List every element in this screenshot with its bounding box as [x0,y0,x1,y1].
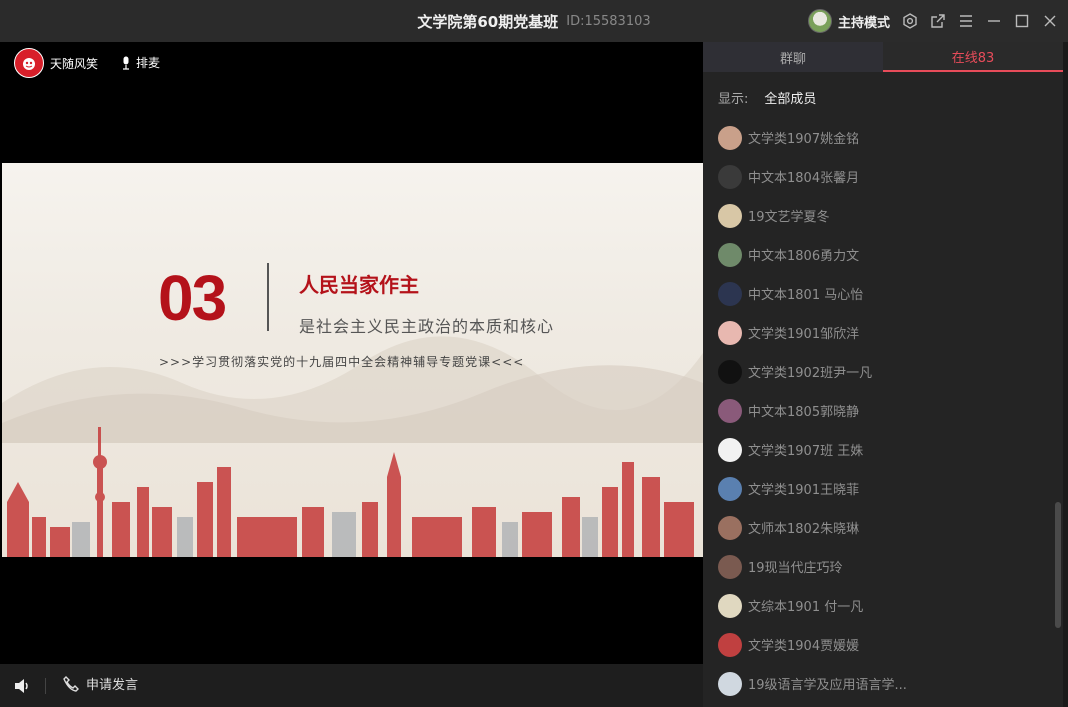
host-mode-label[interactable]: 主持模式 [838,12,890,31]
minimize-icon[interactable] [986,13,1002,29]
title-bar: 文学院第60期党基班 ID:15583103 主持模式 [0,0,1068,43]
bottom-toolbar: 申请发言 [0,664,703,707]
member-name: 19文艺学夏冬 [748,210,830,225]
member-avatar [718,398,742,423]
slide-banner: >>>学习贯彻落实党的十九届四中全会精神辅导专题党课<<< [159,355,525,369]
member-item[interactable]: 文学类1907班 王姝 [703,430,1048,469]
menu-icon[interactable] [958,13,974,29]
member-avatar [718,359,742,384]
member-avatar [718,671,742,696]
member-item[interactable]: 中文本1801 马心怡 [703,274,1048,313]
member-name: 文学类1904贾媛媛 [748,639,860,654]
slide-subtitle: 是社会主义民主政治的本质和核心 [299,317,555,336]
tab-group-chat[interactable]: 群聊 [703,42,883,72]
member-avatar [718,320,742,345]
member-item[interactable]: 中文本1805郭晓静 [703,391,1048,430]
presenter-info[interactable]: 天随风笑 [14,48,98,78]
mic-queue-button[interactable]: 排麦 [120,54,160,71]
slide-section-number: 03 [158,262,227,334]
member-name: 19现当代庄巧玲 [748,561,843,576]
member-list: 文学类1907姚金铭 中文本1804张馨月 19文艺学夏冬中文本1806勇力文 中文本… [703,118,1048,703]
member-item[interactable]: 文学类1904贾媛媛 [703,625,1048,664]
apply-speak-label: 申请发言 [86,678,139,693]
member-item[interactable]: 文师本1802朱晓琳 [703,508,1048,547]
member-avatar [718,515,742,540]
member-name: 中文本1806勇力文 [748,249,860,264]
presentation-slide: 03 人民当家作主 是社会主义民主政治的本质和核心 >>>学习贯彻落实党的十九届… [2,163,703,557]
member-name: 中文本1804张馨月 [748,171,860,186]
member-item[interactable]: 文学类1907姚金铭 [703,118,1048,157]
member-item[interactable]: 19现当代庄巧玲 [703,547,1048,586]
member-name: 文学类1907班 王姝 [748,444,864,459]
member-name: 19级语言学及应用语言学... [748,678,907,693]
member-list-scrollbar[interactable] [1055,502,1061,628]
share-icon[interactable] [930,13,946,29]
host-avatar[interactable] [807,9,832,33]
presenter-avatar [14,48,44,78]
window-title: 文学院第60期党基班 [417,12,559,31]
member-name: 文师本1802朱晓琳 [748,522,860,537]
member-name: 文综本1901 付一凡 [748,600,864,615]
mic-queue-label: 排麦 [136,56,161,70]
member-avatar [718,437,742,462]
member-item[interactable]: 中文本1806勇力文 [703,235,1048,274]
room-id: ID:15583103 [566,13,651,29]
member-item[interactable]: 文综本1901 付一凡 [703,586,1048,625]
member-avatar [718,203,742,228]
member-sidebar: 群聊 在线83 显示: 全部成员 文学类1907姚金铭 中文本1804张馨月 19文… [703,42,1068,707]
member-avatar [718,125,742,150]
city-skyline-illustration [7,427,694,557]
member-name: 中文本1801 马心怡 [748,288,864,303]
filter-label: 显示: [718,92,749,107]
member-item[interactable]: 文学类1902班尹一凡 [703,352,1048,391]
member-item[interactable]: 文学类1901邹欣洋 [703,313,1048,352]
member-avatar [718,281,742,306]
member-avatar [718,164,742,189]
member-avatar [718,554,742,579]
filter-value[interactable]: 全部成员 [764,88,816,107]
member-name: 文学类1902班尹一凡 [748,366,873,381]
member-item[interactable]: 19级语言学及应用语言学... [703,664,1048,703]
slide-heading: 人民当家作主 [299,273,419,297]
member-item[interactable]: 中文本1804张馨月 [703,157,1048,196]
speaker-icon[interactable] [12,676,32,696]
settings-icon[interactable] [902,13,918,29]
member-avatar [718,476,742,501]
tab-online-members[interactable]: 在线83 [883,42,1063,72]
member-item[interactable]: 19文艺学夏冬 [703,196,1048,235]
member-avatar [718,242,742,267]
member-filter[interactable]: 显示: 全部成员 [718,88,816,107]
member-name: 文学类1901邹欣洋 [748,327,860,342]
slide-divider [267,263,269,331]
member-name: 文学类1901王晓菲 [748,483,860,498]
member-name: 中文本1805郭晓静 [748,405,860,420]
apply-speak-button[interactable]: 申请发言 [62,674,138,693]
member-item[interactable]: 文学类1901王晓菲 [703,469,1048,508]
sidebar-edge [1063,42,1068,707]
presenter-name: 天随风笑 [50,56,99,71]
member-avatar [718,593,742,618]
phone-icon [63,675,79,692]
maximize-icon[interactable] [1014,13,1030,29]
microphone-icon [123,56,129,70]
member-name: 文学类1907姚金铭 [748,132,860,147]
toolbar-separator [45,678,46,694]
close-icon[interactable] [1042,13,1058,29]
video-area[interactable]: 天随风笑 排麦 03 人民当家作主 是社会主义民主政治的本质和核心 >>>学习贯… [0,42,703,664]
sidebar-tabs: 群聊 在线83 [703,42,1063,72]
member-avatar [718,632,742,657]
